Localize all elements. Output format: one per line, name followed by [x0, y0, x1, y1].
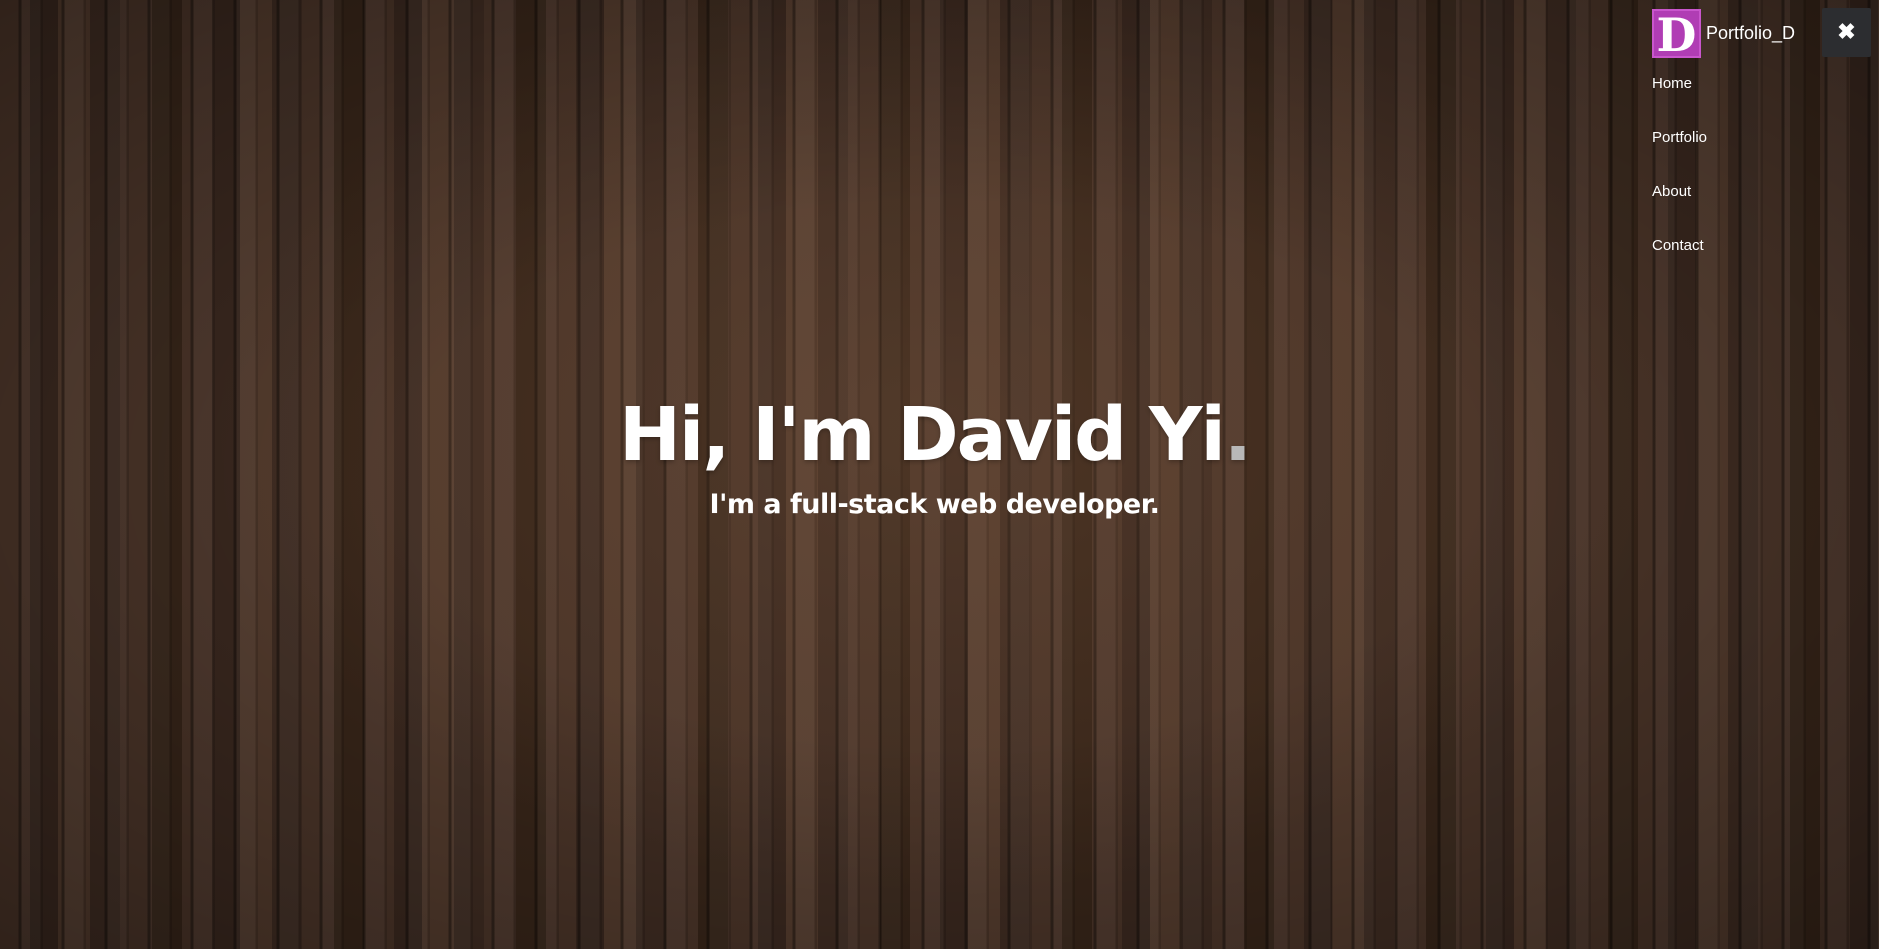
nav-item-home: Home: [1652, 74, 1872, 128]
nav-item-portfolio: Portfolio: [1652, 128, 1872, 182]
nav-link-home[interactable]: Home: [1652, 75, 1692, 92]
nav-link-about[interactable]: About: [1652, 183, 1691, 200]
nav-list: Home Portfolio About Contact: [1652, 74, 1872, 290]
nav-link-portfolio[interactable]: Portfolio: [1652, 129, 1707, 146]
hero-title-dot: .: [1223, 392, 1252, 478]
logo-icon[interactable]: D: [1652, 8, 1701, 59]
nav-item-contact: Contact: [1652, 236, 1872, 290]
nav-link-contact[interactable]: Contact: [1652, 237, 1704, 254]
close-icon: ✖: [1837, 19, 1856, 44]
brand-name[interactable]: Portfolio_D: [1706, 23, 1795, 44]
nav-item-about: About: [1652, 182, 1872, 236]
hero-title: Hi, I'm David Yi.: [0, 385, 1869, 485]
close-menu-button[interactable]: ✖: [1822, 8, 1871, 57]
hero-title-text: Hi, I'm David Yi: [618, 392, 1226, 478]
hero-section: Hi, I'm David Yi. I'm a full-stack web d…: [0, 385, 1869, 525]
hero-subtitle: I'm a full-stack web developer.: [709, 489, 1160, 520]
